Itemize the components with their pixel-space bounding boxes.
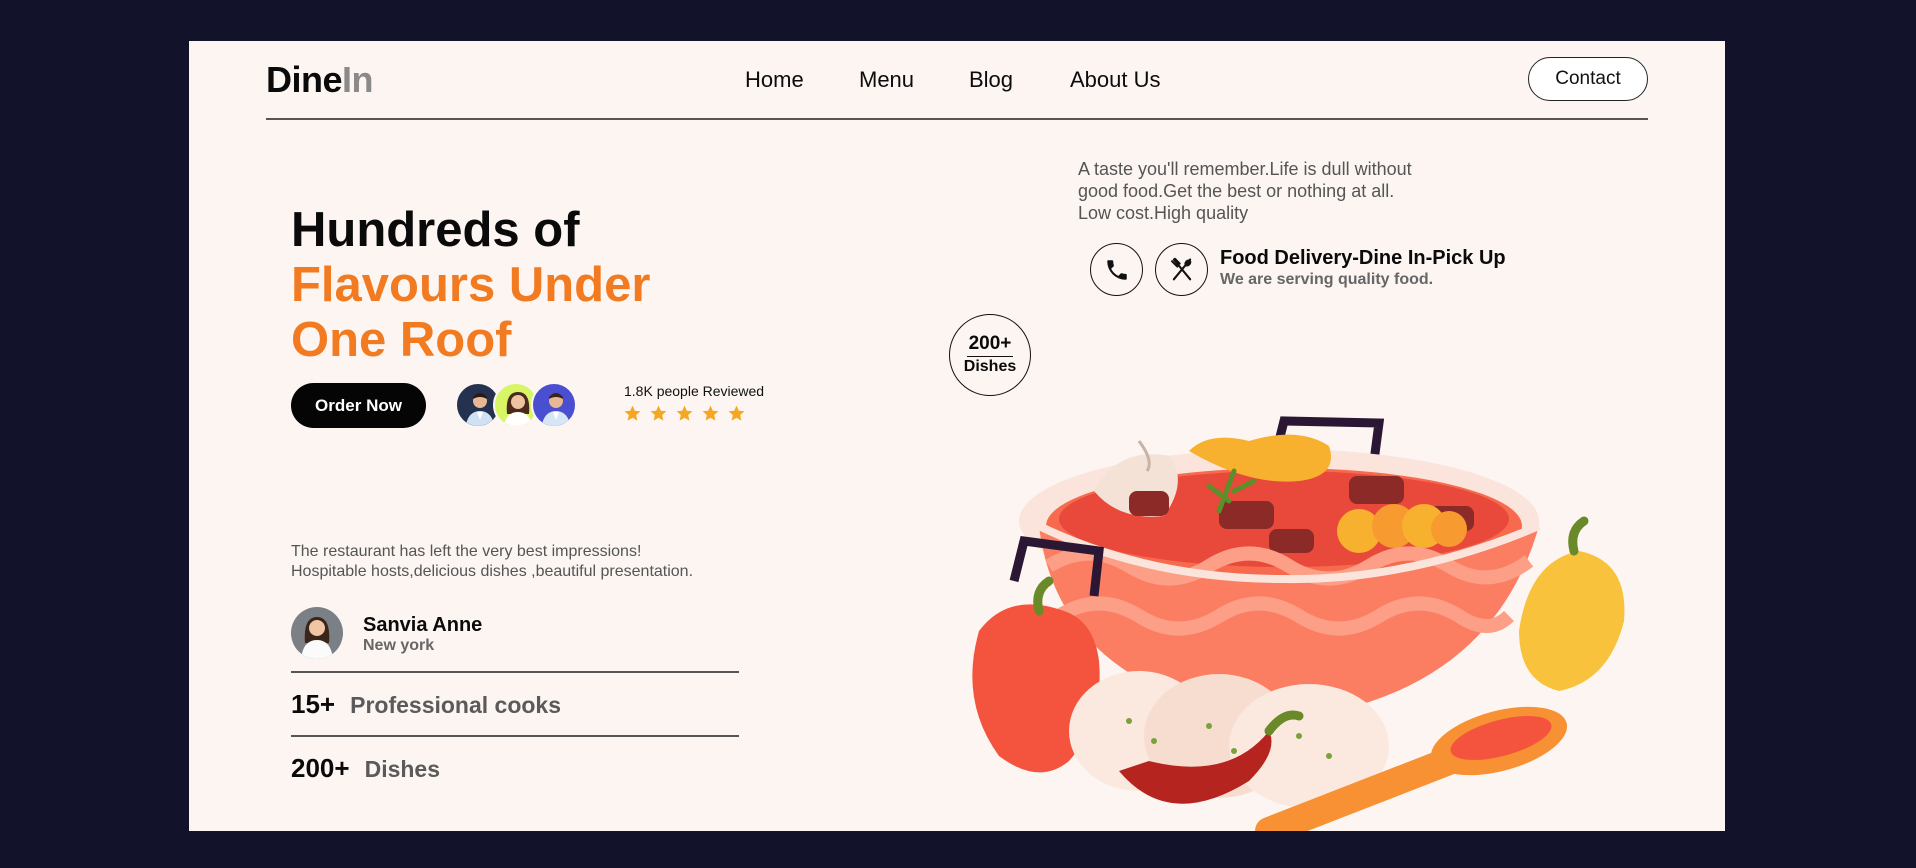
order-now-button[interactable]: Order Now <box>291 383 426 428</box>
stat-value: 15+ <box>291 689 336 719</box>
testimonial-line2: Hospitable hosts,delicious dishes ,beaut… <box>291 563 694 580</box>
food-pot-illustration <box>972 416 1625 831</box>
reviewer-avatars <box>455 382 579 428</box>
tagline-line3: Low cost.High quality <box>1078 203 1249 223</box>
testimonial-line1: The restaurant has left the very best im… <box>291 543 642 560</box>
hero-title-line2: Flavours Under <box>291 258 651 312</box>
main-nav: Home Menu Blog About Us <box>189 67 1725 97</box>
reviews-count: 1.8K people Reviewed <box>624 383 765 399</box>
star-icon <box>728 405 745 421</box>
testimonial-city: New york <box>363 637 435 654</box>
stat-label: Dishes <box>364 756 441 782</box>
service-subtitle: We are serving quality food. <box>1220 271 1434 288</box>
landing-page: DineIn Home Menu Blog About Us Contact H… <box>189 41 1725 831</box>
badge-label: Dishes <box>963 358 1017 375</box>
nav-menu[interactable]: Menu <box>859 67 914 93</box>
nav-about-us[interactable]: About Us <box>1070 67 1161 93</box>
stat-label: Professional cooks <box>350 692 562 718</box>
testimonial-name: Sanvia Anne <box>363 614 483 636</box>
tagline: A taste you'll remember.Life is dull wit… <box>1078 158 1412 224</box>
avatar <box>531 382 577 428</box>
hero-title: Hundreds of Flavours Under One Roof <box>291 203 650 368</box>
badge-number: 200+ <box>966 333 1014 357</box>
hero-title-line1: Hundreds of <box>291 203 580 257</box>
testimonial-text: The restaurant has left the very best im… <box>291 542 751 582</box>
stat-cooks: 15+ Professional cooks <box>291 689 561 720</box>
stats-divider <box>291 671 739 673</box>
stats-divider <box>291 735 739 737</box>
stat-value: 200+ <box>291 753 350 783</box>
nav-home[interactable]: Home <box>745 67 804 93</box>
star-icon <box>676 405 693 421</box>
testimonial-avatar <box>291 607 343 659</box>
rating-stars <box>623 404 746 423</box>
fork-spoon-icon[interactable] <box>1155 243 1208 296</box>
service-title: Food Delivery-Dine In-Pick Up <box>1220 247 1506 269</box>
contact-button[interactable]: Contact <box>1528 57 1648 101</box>
phone-icon[interactable] <box>1090 243 1143 296</box>
nav-blog[interactable]: Blog <box>969 67 1013 93</box>
tagline-line2: good food.Get the best or nothing at all… <box>1078 181 1395 201</box>
hero-title-line3: One Roof <box>291 313 512 367</box>
header-divider <box>266 118 1648 120</box>
star-icon <box>650 405 667 421</box>
star-icon <box>702 405 719 421</box>
star-icon <box>624 405 641 421</box>
dishes-badge: 200+ Dishes <box>949 314 1031 396</box>
tagline-line1: A taste you'll remember.Life is dull wit… <box>1078 159 1412 179</box>
stat-dishes: 200+ Dishes <box>291 753 440 784</box>
